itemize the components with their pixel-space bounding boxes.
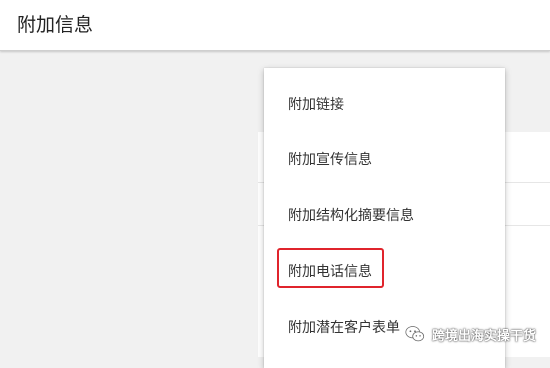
page-header: 附加信息 xyxy=(0,0,550,51)
menu-item-callout[interactable]: 附加宣传信息 xyxy=(264,135,505,185)
menu-item-structured-snippet[interactable]: 附加结构化摘要信息 xyxy=(264,191,505,241)
highlight-box xyxy=(277,248,384,288)
watermark-text: 跨境出海实操干货 xyxy=(432,328,537,344)
watermark: 跨境出海实操干货 xyxy=(404,323,536,345)
menu-item-sitelink[interactable]: 附加链接 xyxy=(264,80,505,130)
menu-item-label: 附加宣传信息 xyxy=(288,152,372,168)
menu-item-label: 附加链接 xyxy=(288,97,344,113)
page-title: 附加信息 xyxy=(17,14,94,36)
menu-item-label: 附加潜在客户表单 xyxy=(288,320,400,336)
menu-item-label: 附加结构化摘要信息 xyxy=(288,208,414,224)
wechat-icon xyxy=(405,326,425,342)
